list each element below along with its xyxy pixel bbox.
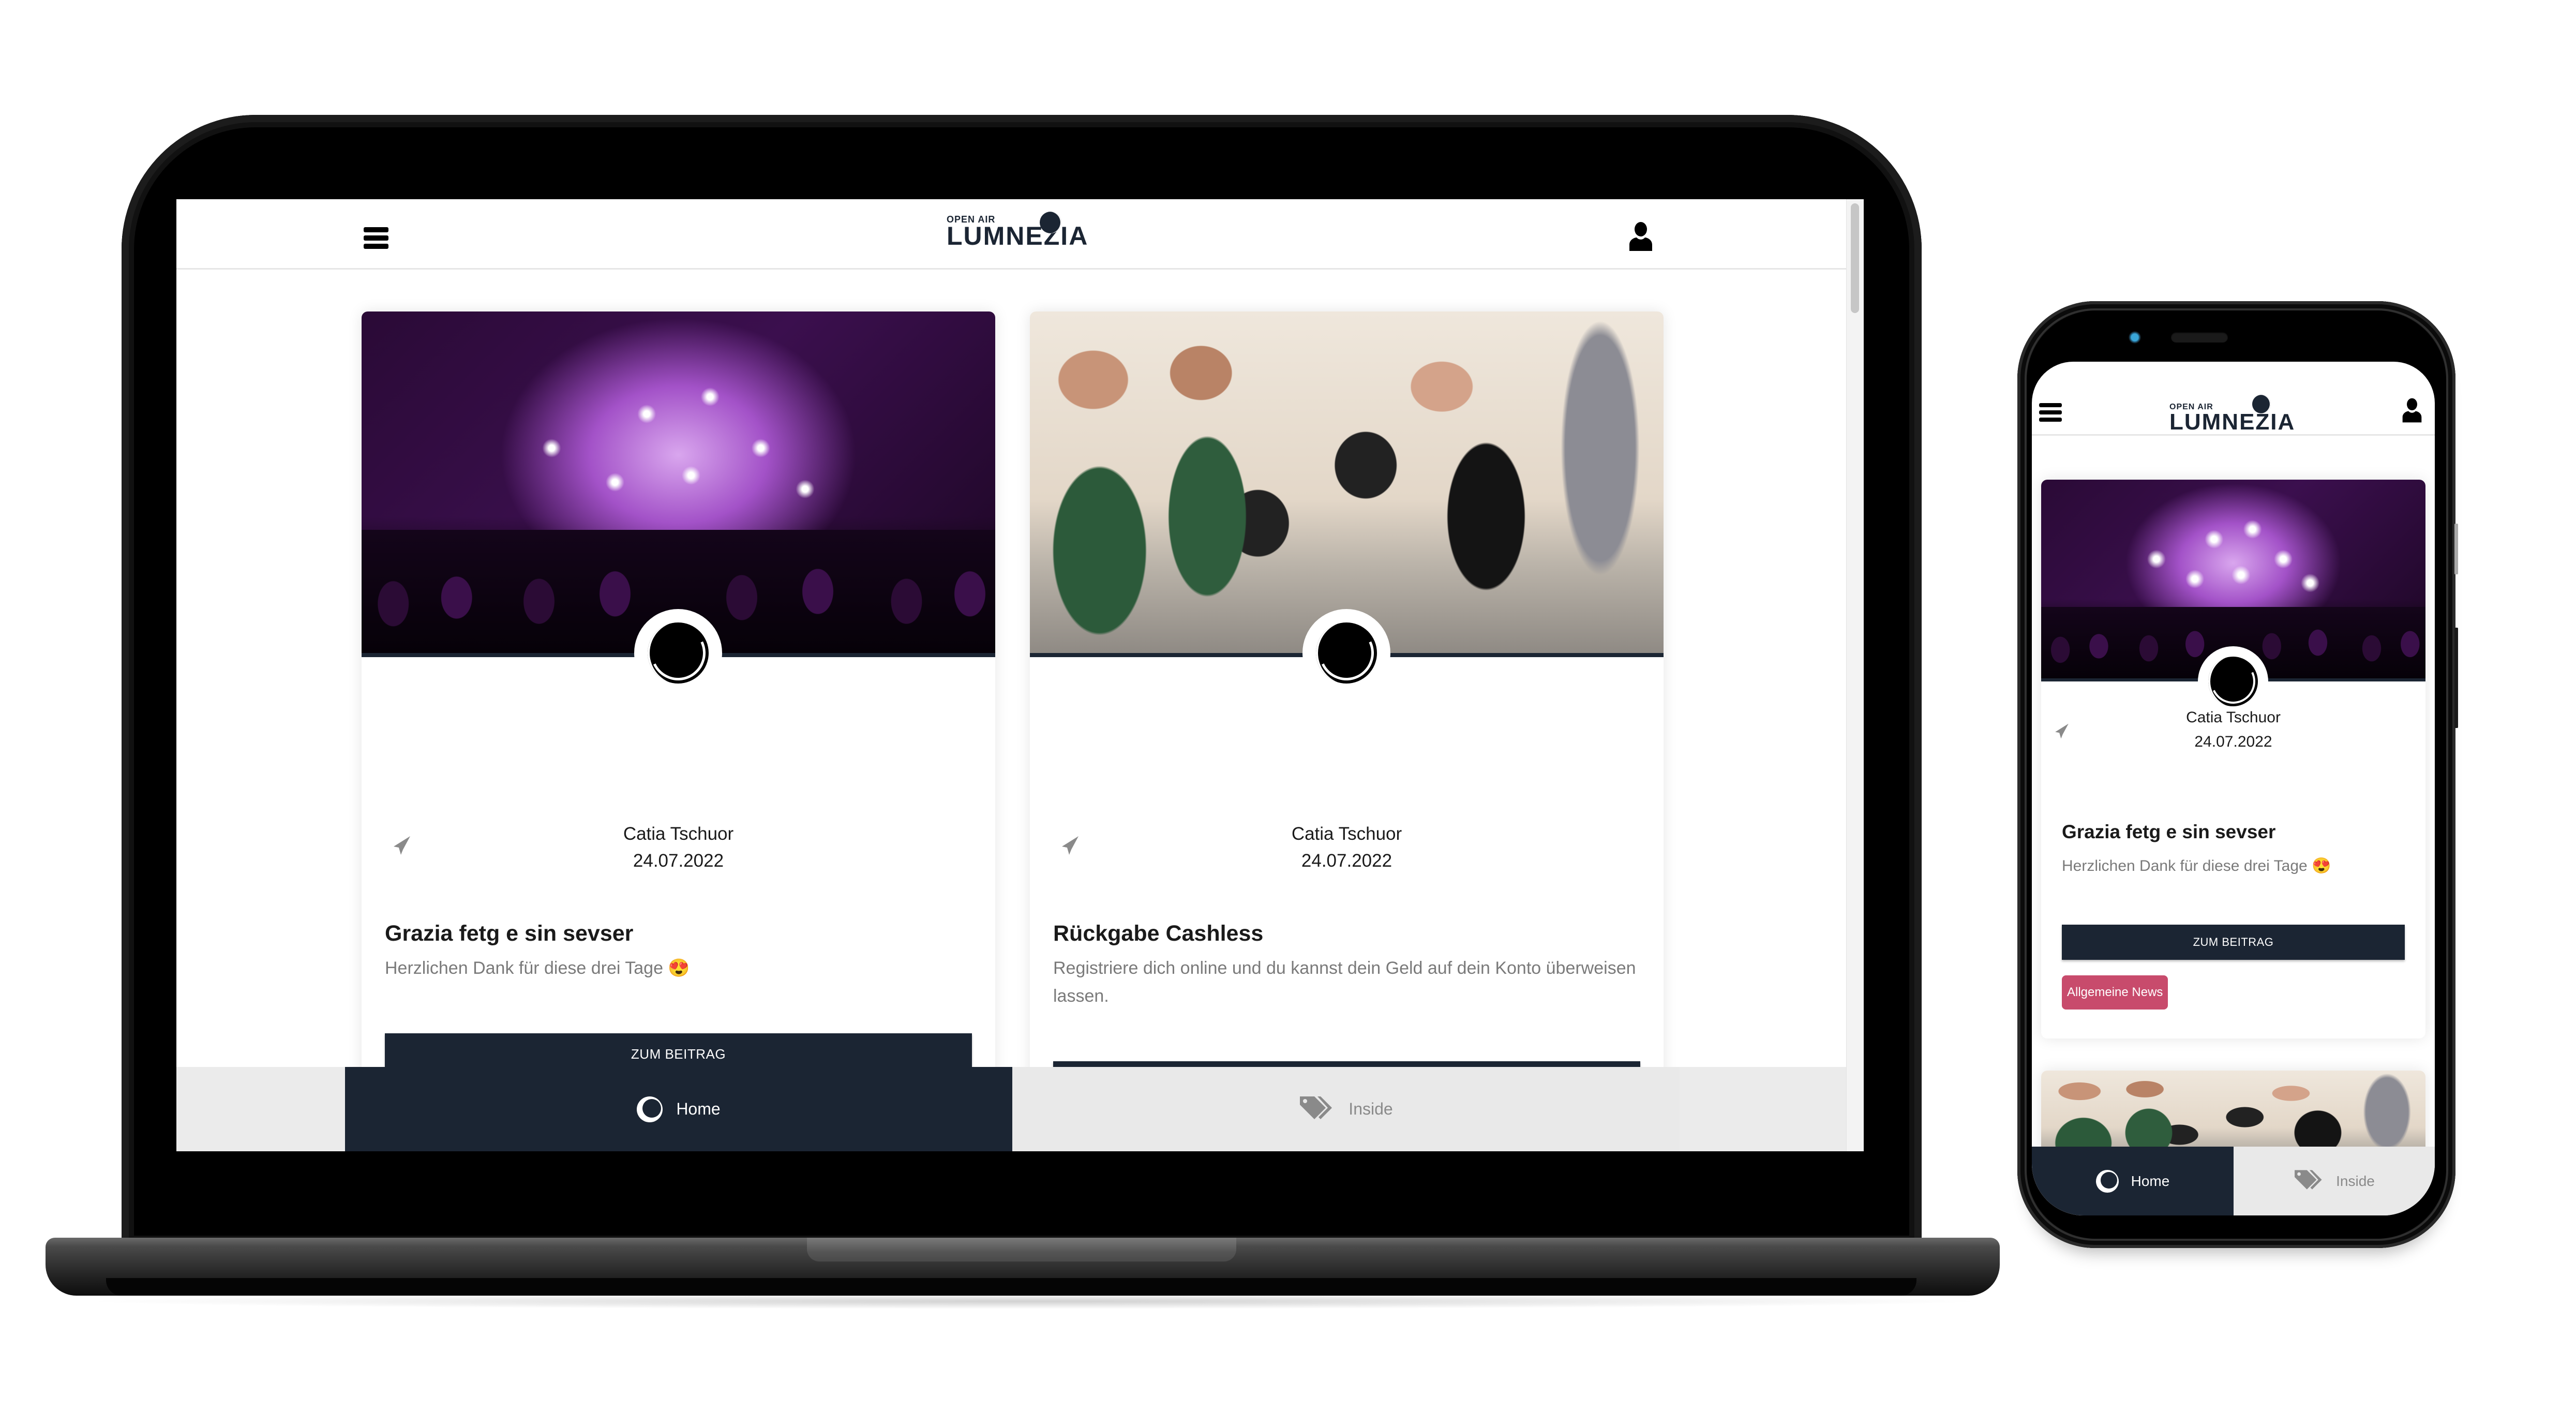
lumnezia-moon-icon xyxy=(637,1096,663,1122)
post-author: Catia Tschuor xyxy=(623,824,734,844)
post-image-concert[interactable] xyxy=(362,311,995,657)
tab-home[interactable]: Home xyxy=(345,1067,1012,1151)
phone-power-button xyxy=(2454,524,2458,574)
tab-inside[interactable]: Inside xyxy=(1012,1067,1680,1151)
author-avatar xyxy=(1302,609,1390,697)
post-excerpt: Registriere dich online und du kannst de… xyxy=(1053,958,1636,1006)
moon-crescent-shape xyxy=(642,1099,662,1118)
tags-icon xyxy=(2294,1168,2325,1194)
tab-home-label: Home xyxy=(676,1100,721,1118)
post-card: Catia Tschuor 24.07.2022 Rückgabe Cashle… xyxy=(1030,311,1664,1088)
post-excerpt: Herzlichen Dank für diese drei Tage 😍 xyxy=(2062,857,2331,874)
tab-inside-label: Inside xyxy=(2336,1172,2375,1189)
tab-inside[interactable]: Inside xyxy=(2234,1147,2435,1215)
post-card: Catia Tschuor 24.07.2022 Grazia fetg e s… xyxy=(2041,480,2425,1038)
post-title: Rückgabe Cashless xyxy=(1053,921,1264,946)
tags-icon xyxy=(1299,1094,1335,1124)
user-icon[interactable] xyxy=(2402,398,2422,423)
post-excerpt: Herzlichen Dank für diese drei Tage 😍 xyxy=(385,958,690,978)
post-title: Grazia fetg e sin sevser xyxy=(2062,821,2276,842)
post-date: 24.07.2022 xyxy=(633,851,724,871)
scrollbar-thumb[interactable] xyxy=(1851,203,1859,313)
brand-logo-big: LUMNEZIA xyxy=(2169,409,2296,435)
post-image-cashless[interactable] xyxy=(1030,311,1664,657)
laptop-hinge-notch xyxy=(807,1238,1236,1261)
post-title: Grazia fetg e sin sevser xyxy=(385,921,634,946)
tab-inside-label: Inside xyxy=(1349,1100,1393,1118)
brand-logo-big: LUMNEZIA xyxy=(947,221,1089,250)
hamburger-icon[interactable] xyxy=(2039,403,2062,423)
tab-home-label: Home xyxy=(2131,1172,2170,1189)
post-date: 24.07.2022 xyxy=(2194,733,2272,750)
bottom-nav: Home Inside xyxy=(176,1067,1846,1151)
phone-speaker xyxy=(2171,332,2228,343)
moon-logo-icon xyxy=(2252,395,2271,413)
front-camera-icon xyxy=(2129,331,2141,344)
lumnezia-moon-icon xyxy=(2095,1169,2119,1193)
category-tag[interactable]: Allgemeine News xyxy=(2062,975,2168,1010)
post-date: 24.07.2022 xyxy=(1301,851,1392,871)
scrollbar[interactable] xyxy=(1846,199,1864,1151)
zum-beitrag-button[interactable]: ZUM BEITRAG xyxy=(2062,925,2405,960)
top-navbar: OPEN AIR LUMNEZIA xyxy=(2032,362,2435,436)
laptop-base-foot xyxy=(106,1278,1916,1296)
author-avatar xyxy=(634,609,722,697)
phone-screen: OPEN AIR LUMNEZIA Catia Tschuor 24.07.20… xyxy=(2032,362,2435,1215)
phone-volume-button xyxy=(2454,628,2458,728)
moon-logo-icon xyxy=(1040,212,1061,233)
lumnezia-moon-icon xyxy=(648,622,709,684)
post-author: Catia Tschuor xyxy=(2186,709,2281,726)
brand-logo[interactable]: OPEN AIR LUMNEZIA xyxy=(2169,395,2296,435)
bottom-nav: Home Inside xyxy=(2032,1147,2435,1215)
post-author: Catia Tschuor xyxy=(1291,824,1402,844)
laptop-shadow xyxy=(78,1294,1991,1309)
lumnezia-moon-icon xyxy=(2208,657,2258,706)
user-icon[interactable] xyxy=(1628,222,1653,251)
moon-crescent-shape xyxy=(2101,1171,2117,1189)
lumnezia-moon-icon xyxy=(1316,622,1377,684)
author-avatar xyxy=(2198,646,2268,717)
hamburger-icon[interactable] xyxy=(364,227,388,249)
brand-logo[interactable]: OPEN AIR LUMNEZIA xyxy=(947,212,1089,250)
post-card: Catia Tschuor 24.07.2022 Grazia fetg e s… xyxy=(362,311,995,1088)
top-navbar: OPEN AIR LUMNEZIA xyxy=(176,199,1846,270)
tab-home[interactable]: Home xyxy=(2032,1147,2234,1215)
laptop-screen: OPEN AIR LUMNEZIA Catia Tschuor 24.07.20… xyxy=(176,199,1864,1151)
